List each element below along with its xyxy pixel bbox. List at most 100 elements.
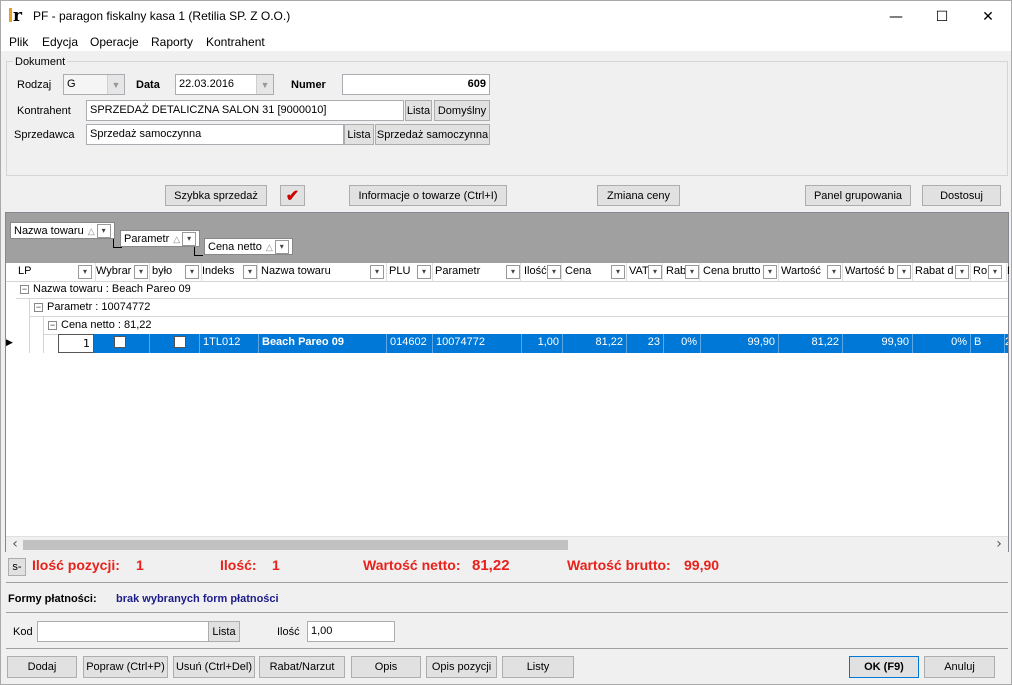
items-grid[interactable]: Nazwa towaru △ ▾ Parametr △ ▾ Cena netto △ ▾ L… [5,212,1009,552]
rabat-narzut-button[interactable]: Rabat/Narzut [259,656,345,678]
row-rabat-cell[interactable]: 0% [664,334,701,353]
kod-lista-button[interactable]: Lista [208,621,240,642]
informacje-o-towarze-button[interactable]: Informacje o towarze (Ctrl+I) [349,185,507,206]
chevron-down-icon[interactable]: ▾ [274,240,289,254]
row-indeks-cell[interactable]: 1TL012 [200,334,259,353]
chevron-down-icon[interactable]: ▾ [417,265,431,279]
main-window: r PF - paragon fiskalny kasa 1 (Retilia … [0,0,1012,685]
ilosc-pozycji-value: 1 [136,557,144,573]
sprzedawca-lista-button[interactable]: Lista [344,124,374,145]
chevron-down-icon[interactable]: ▾ [506,265,520,279]
rodzaj-select[interactable]: G ▼ [63,74,125,95]
dodaj-button[interactable]: Dodaj [7,656,77,678]
col-nazwa-towaru[interactable]: Nazwa towaru [259,263,387,282]
row-parametr-cell[interactable]: 10074772 [433,334,522,353]
kontrahent-lista-button[interactable]: Lista [405,100,432,121]
formy-platnosci-value[interactable]: brak wybranych form płatności [116,593,279,605]
row-ilosc-cell[interactable]: 1,00 [522,334,563,353]
ilosc-input[interactable]: 1,00 [307,621,395,642]
wartosc-netto-label: Wartość netto: [363,557,461,573]
col-label: LP [18,265,32,277]
chevron-down-icon[interactable]: ▾ [185,265,199,279]
panel-grupowania-button[interactable]: Panel grupowania [805,185,911,206]
collapse-icon[interactable]: − [20,284,29,294]
horizontal-scrollbar[interactable]: ‹ › [6,536,1008,552]
usun-button[interactable]: Usuń (Ctrl+Del) [173,656,255,678]
collapse-icon[interactable]: − [34,302,43,312]
row-wybrany-cell[interactable] [94,334,150,353]
group-chip-parametr[interactable]: Parametr △ ▾ [120,230,201,247]
maximize-button[interactable]: ☐ [919,1,965,32]
row-d-cell[interactable]: 2 [1005,334,1008,353]
group-by-panel: Nazwa towaru △ ▾ Parametr △ ▾ Cena netto △ ▾ [6,213,1008,263]
chevron-down-icon[interactable]: ▾ [611,265,625,279]
group-row-cena-netto[interactable]: − Cena netto : 81,22 [44,317,1008,335]
collapse-icon[interactable]: − [48,320,57,330]
chevron-down-icon[interactable]: ▾ [955,265,969,279]
col-label: było [152,265,173,277]
chevron-down-icon[interactable]: ▾ [243,265,257,279]
kontrahent-label: Kontrahent [17,105,71,117]
row-cena-brutto-cell[interactable]: 99,90 [701,334,779,353]
bylo-checkbox[interactable] [174,336,186,348]
kod-input[interactable] [37,621,209,642]
table-row[interactable]: ▶ 1 1TL012 Beach Pareo 09 014602 1007477… [6,334,1008,353]
sprzedaz-samoczynna-button[interactable]: Sprzedaż samoczynna [375,124,490,145]
scroll-right-icon[interactable]: › [992,537,1006,553]
minimize-button[interactable]: — [873,1,919,32]
group-row-parametr[interactable]: − Parametr : 10074772 [30,299,1008,317]
popraw-button[interactable]: Popraw (Ctrl+P) [83,656,168,678]
kontrahent-field[interactable]: SPRZEDAŻ DETALICZNA SALON 31 [9000010] [86,100,404,121]
chevron-down-icon[interactable]: ▾ [763,265,777,279]
chevron-down-icon[interactable]: ▾ [134,265,148,279]
chevron-down-icon[interactable]: ▾ [648,265,662,279]
ok-button[interactable]: OK (F9) [849,656,919,678]
chevron-down-icon[interactable]: ▾ [988,265,1002,279]
scroll-left-icon[interactable]: ‹ [8,537,22,553]
data-picker[interactable]: 22.03.2016 ▼ [175,74,274,95]
menu-operacje[interactable]: Operacje [90,35,139,49]
chevron-down-icon[interactable]: ▾ [78,265,92,279]
kontrahent-domyslny-button[interactable]: Domyślny [434,100,490,121]
row-ro-cell[interactable]: B [971,334,1005,353]
chevron-down-icon[interactable]: ▾ [547,265,561,279]
row-wartosc-b-cell[interactable]: 99,90 [843,334,913,353]
row-cena-cell[interactable]: 81,22 [563,334,627,353]
group-row-nazwa[interactable]: − Nazwa towaru : Beach Pareo 09 [16,281,1008,299]
checkmark-icon[interactable]: ✔ [280,185,305,206]
row-lp-cell[interactable]: 1 [58,334,94,353]
listy-button[interactable]: Listy [502,656,574,678]
zmiana-ceny-button[interactable]: Zmiana ceny [597,185,680,206]
row-bylo-cell[interactable] [150,334,200,353]
chevron-down-icon[interactable]: ▾ [897,265,911,279]
menu-plik[interactable]: Plik [9,35,28,49]
menu-edycja[interactable]: Edycja [42,35,78,49]
chevron-down-icon[interactable]: ▾ [96,224,111,238]
window-title: PF - paragon fiskalny kasa 1 (Retilia SP… [33,9,291,23]
row-nazwa-cell[interactable]: Beach Pareo 09 [259,334,387,353]
opis-button[interactable]: Opis [351,656,421,678]
close-button[interactable]: ✕ [965,1,1011,32]
chevron-down-icon[interactable]: ▾ [182,232,197,246]
group-chip-nazwa[interactable]: Nazwa towaru △ ▾ [10,222,115,239]
szybka-sprzedaz-button[interactable]: Szybka sprzedaż [165,185,267,206]
wybrany-checkbox[interactable] [114,336,126,348]
s-minus-button[interactable]: s- [8,558,26,576]
row-rabat-d-cell[interactable]: 0% [913,334,971,353]
anuluj-button[interactable]: Anuluj [924,656,995,678]
menu-kontrahent[interactable]: Kontrahent [206,35,265,49]
chevron-down-icon[interactable]: ▾ [370,265,384,279]
col-d[interactable]: D [1005,263,1009,282]
group-chip-cena-netto[interactable]: Cena netto △ ▾ [204,238,293,255]
sprzedawca-field[interactable]: Sprzedaż samoczynna [86,124,344,145]
dostosuj-button[interactable]: Dostosuj [922,185,1001,206]
row-vat-cell[interactable]: 23 [627,334,664,353]
chevron-down-icon[interactable]: ▾ [685,265,699,279]
scrollbar-thumb[interactable] [23,540,568,550]
menu-raporty[interactable]: Raporty [151,35,193,49]
row-plu-cell[interactable]: 014602 [387,334,433,353]
opis-pozycji-button[interactable]: Opis pozycji [426,656,497,678]
numer-field[interactable]: 609 [342,74,490,95]
row-wartosc-cell[interactable]: 81,22 [779,334,843,353]
chevron-down-icon[interactable]: ▾ [827,265,841,279]
